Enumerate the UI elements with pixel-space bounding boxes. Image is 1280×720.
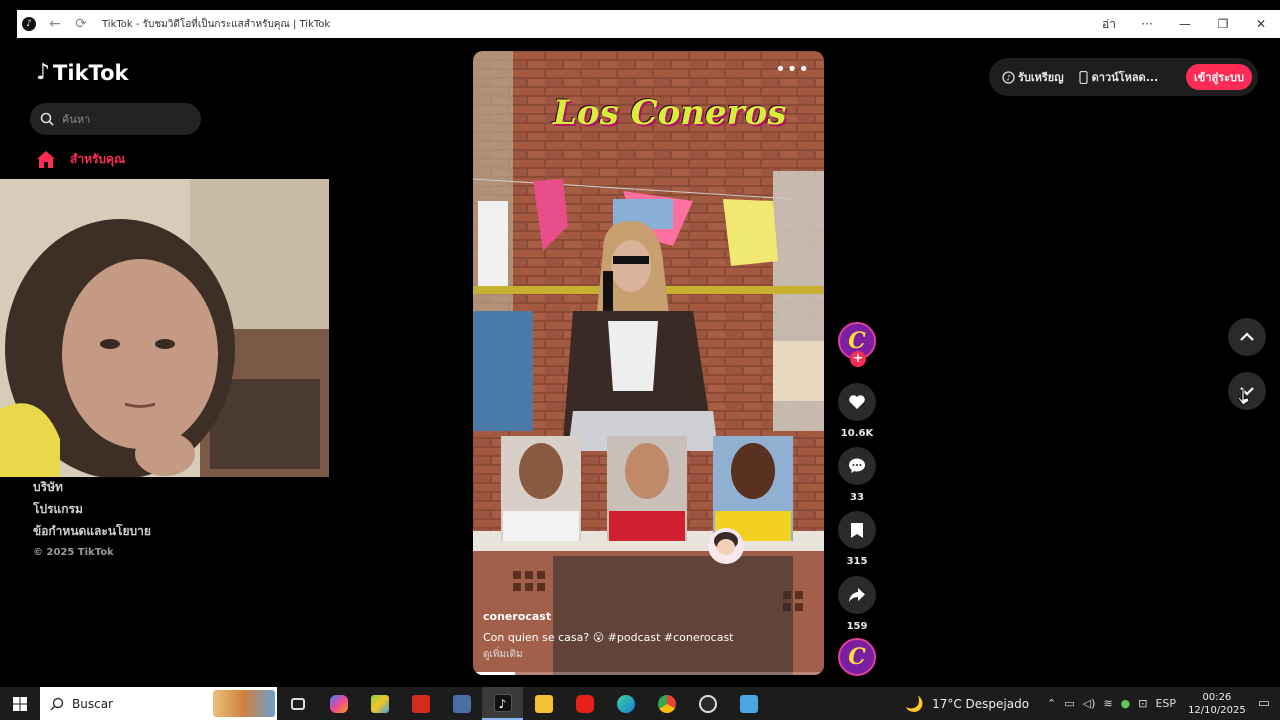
tiktok-note-icon: ♪ xyxy=(36,60,51,85)
volume-icon[interactable]: ◁) xyxy=(1083,697,1096,710)
clock[interactable]: 00:26 12/10/2025 xyxy=(1188,691,1246,717)
download-label: ดาวน์โหลด... xyxy=(1091,71,1159,84)
share-count: 159 xyxy=(846,621,868,632)
minimize-button[interactable]: — xyxy=(1166,17,1204,31)
back-arrow-icon[interactable]: ← xyxy=(48,16,62,32)
heart-icon xyxy=(849,395,865,409)
save-action[interactable]: 315 xyxy=(838,511,876,567)
follow-plus-icon[interactable]: + xyxy=(850,351,866,367)
header-actions: ♪ รับเหรียญ ดาวน์โหลด... เข้าสู่ระบบ xyxy=(989,58,1258,96)
share-icon xyxy=(849,588,865,602)
system-tray: 🌙 17°C Despejado ⌃ ▭ ◁) ≋ ● ⊡ ESP 00:26 … xyxy=(905,687,1280,720)
sidebar-item-for-you[interactable]: สำหรับคุณ xyxy=(36,150,125,169)
search-icon xyxy=(40,112,54,126)
battery-icon[interactable]: ▭ xyxy=(1064,697,1074,710)
weather-widget[interactable]: 🌙 17°C Despejado xyxy=(905,695,1029,713)
tray-chevron-icon[interactable]: ⌃ xyxy=(1047,697,1056,710)
clock-date: 12/10/2025 xyxy=(1188,704,1246,716)
caption-see-more[interactable]: ดูเพิ่มเติม xyxy=(483,647,523,662)
wifi-icon[interactable]: ≋ xyxy=(1103,697,1112,710)
download-app-button[interactable]: ดาวน์โหลด... xyxy=(1079,68,1159,86)
video-player[interactable]: Los Coneros ••• conerocast Con quien se … xyxy=(473,51,824,675)
share-action[interactable]: 159 xyxy=(838,576,876,632)
search-placeholder: ค้นหา xyxy=(62,113,91,126)
maximize-button[interactable]: ❐ xyxy=(1204,17,1242,31)
action-column: C + xyxy=(838,322,876,367)
video-frame xyxy=(473,51,824,675)
video-progress-bar[interactable] xyxy=(473,672,824,675)
chevron-up-icon xyxy=(1240,332,1254,341)
tiktok-app-icon: ♪ xyxy=(22,17,36,31)
usb-icon[interactable]: ⊡ xyxy=(1138,697,1147,710)
sidebar-item-label: สำหรับคุณ xyxy=(70,152,126,166)
save-count: 315 xyxy=(846,556,868,567)
footer-link-terms[interactable]: ข้อกำหนดและนโยบาย xyxy=(33,520,151,542)
facebook-icon[interactable] xyxy=(728,687,769,720)
more-options-icon[interactable]: ··· xyxy=(1128,17,1166,31)
sound-disc-avatar[interactable]: C xyxy=(838,638,876,676)
tiktok-logo[interactable]: ♪ TikTok xyxy=(36,60,128,85)
window-title: TikTok - รับชมวิดีโอที่เป็นกระแสสำหรับคุ… xyxy=(102,18,331,30)
like-action[interactable]: 10.6K xyxy=(838,383,876,439)
like-count: 10.6K xyxy=(840,428,874,439)
video-author[interactable]: conerocast xyxy=(483,610,551,623)
obs-icon[interactable] xyxy=(687,687,728,720)
tiktok-taskbar-icon[interactable]: ♪ xyxy=(482,687,523,720)
notifications-icon[interactable]: ▭ xyxy=(1258,696,1270,711)
show-logo: Los Coneros xyxy=(553,93,787,133)
refresh-icon[interactable]: ⟳ xyxy=(74,16,88,32)
more-options-icon[interactable]: ••• xyxy=(775,59,810,80)
copyright: © 2025 TikTok xyxy=(33,547,114,558)
get-coins-button[interactable]: ♪ รับเหรียญ xyxy=(1002,68,1064,86)
bookmark-icon xyxy=(851,522,863,538)
search-input[interactable]: ค้นหา xyxy=(30,103,201,135)
youtube-icon[interactable] xyxy=(564,687,605,720)
comment-count: 33 xyxy=(850,492,864,503)
video-progress-fill xyxy=(473,672,516,675)
copilot-icon[interactable] xyxy=(318,687,359,720)
taskbar-search[interactable]: Buscar xyxy=(40,687,277,720)
file-explorer-icon[interactable] xyxy=(523,687,564,720)
windows-logo-icon xyxy=(13,696,27,711)
footer-link-program[interactable]: โปรแกรม xyxy=(33,498,151,520)
chrome-icon[interactable] xyxy=(646,687,687,720)
green-app-tray-icon[interactable]: ● xyxy=(1121,697,1131,710)
bluestacks-icon[interactable] xyxy=(359,687,400,720)
weather-text: 17°C Despejado xyxy=(932,696,1030,711)
sidebar-footer: บริษัท โปรแกรม ข้อกำหนดและนโยบาย © 2025 … xyxy=(33,476,151,564)
video-caption: Con quien se casa? 😮 #podcast #conerocas… xyxy=(483,631,734,644)
moon-icon: 🌙 xyxy=(905,694,925,713)
search-highlight-image xyxy=(213,690,275,717)
edge-icon[interactable] xyxy=(605,687,646,720)
get-coins-label: รับเหรียญ xyxy=(1018,71,1064,84)
home-icon xyxy=(37,151,55,168)
webcam-image xyxy=(0,179,329,477)
top-strip xyxy=(0,0,1280,10)
phone-icon xyxy=(1079,70,1088,84)
task-view-icon[interactable] xyxy=(277,687,318,720)
search-icon xyxy=(50,697,64,710)
taskbar-search-label: Buscar xyxy=(72,696,113,711)
coin-icon: ♪ xyxy=(1002,70,1015,84)
webcam-overlay xyxy=(0,179,329,477)
close-button[interactable]: ✕ xyxy=(1242,17,1280,31)
comment-icon xyxy=(849,458,865,473)
clock-time: 00:26 xyxy=(1202,691,1232,703)
comment-action[interactable]: 33 xyxy=(838,447,876,503)
login-button[interactable]: เข้าสู่ระบบ xyxy=(1186,64,1252,90)
svg-text:♪: ♪ xyxy=(1006,73,1011,82)
language-indicator[interactable]: ESP xyxy=(1155,697,1176,710)
calculator-icon[interactable] xyxy=(441,687,482,720)
acrobat-icon[interactable] xyxy=(400,687,441,720)
browser-titlebar: ♪ ← ⟳ TikTok - รับชมวิดีโอที่เป็นกระแสสำ… xyxy=(17,10,1280,38)
logo-text: TikTok xyxy=(53,60,129,85)
windows-taskbar: Buscar ♪ 🌙 17°C Despejado ⌃ ▭ ◁) ≋ ● ⊡ E… xyxy=(0,687,1280,720)
read-aloud-button[interactable]: อ่า xyxy=(1090,15,1128,34)
mouse-cursor-icon xyxy=(1238,389,1250,406)
footer-link-company[interactable]: บริษัท xyxy=(33,476,151,498)
creator-avatar[interactable]: C + xyxy=(838,322,876,367)
start-button[interactable] xyxy=(0,687,40,720)
previous-video-button[interactable] xyxy=(1228,318,1266,356)
